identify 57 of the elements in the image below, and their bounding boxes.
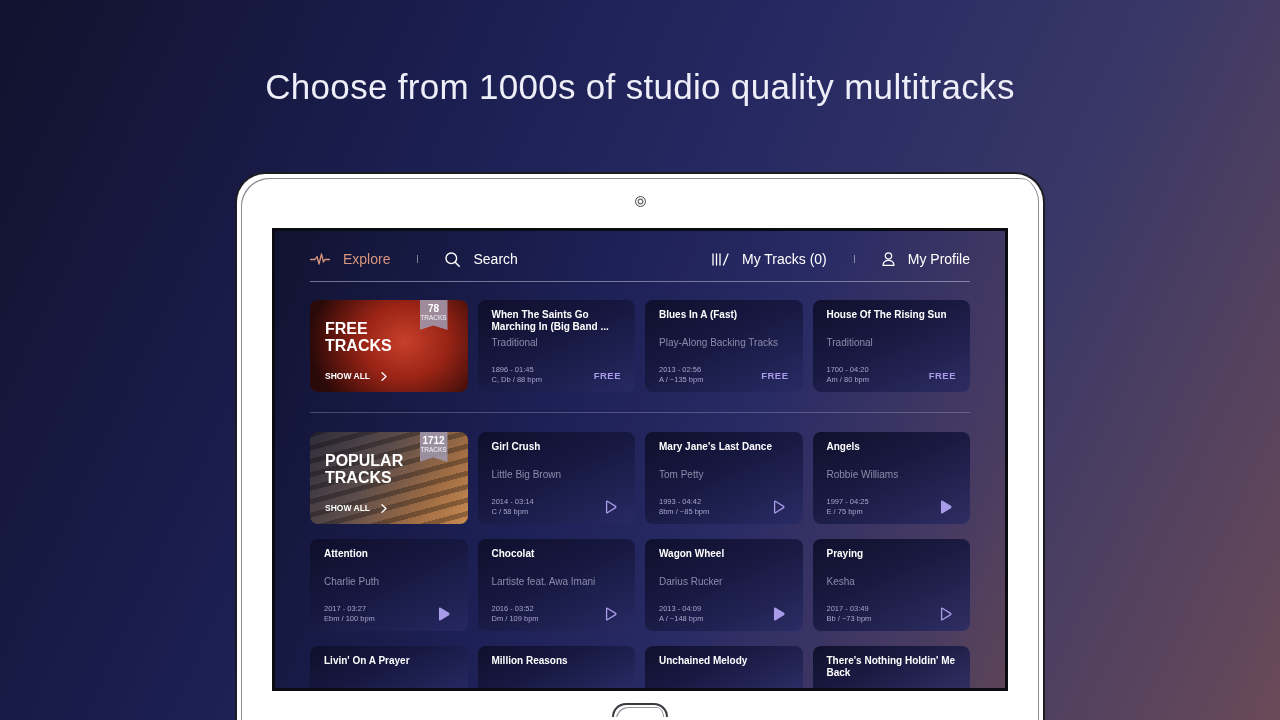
artist-name: Kesha <box>826 576 856 588</box>
artist-name: Lartiste feat. Awa Imani <box>491 576 597 588</box>
track-card[interactable]: Livin' On A Prayer <box>310 646 468 688</box>
track-title: Unchained Melody <box>659 655 749 668</box>
headline: Choose from 1000s of studio quality multitracks <box>265 67 1015 107</box>
camera-lens-icon <box>634 196 646 207</box>
track-title: Girl Crush <box>491 441 542 454</box>
chevron-right-icon <box>381 372 387 381</box>
play-icon[interactable] <box>605 607 617 621</box>
artist-name: Traditional <box>491 337 539 349</box>
track-title: Attention <box>324 548 369 561</box>
track-title: Mary Jane's Last Dance <box>659 441 773 454</box>
track-title: Wagon Wheel <box>659 548 726 561</box>
library-icon <box>712 252 729 266</box>
pulse-icon <box>310 253 330 265</box>
artist-name: Charlie Puth <box>324 576 381 588</box>
track-title: Praying <box>826 548 865 561</box>
show-all-link[interactable]: SHOW ALL <box>325 503 387 514</box>
user-icon <box>881 252 895 266</box>
track-count: 1712 <box>422 435 445 446</box>
play-icon[interactable] <box>940 500 952 514</box>
chevron-right-icon <box>381 504 387 513</box>
home-key-outline <box>612 703 668 717</box>
category-title: FREE TRACKS <box>325 320 392 354</box>
track-title: Blues In A (Fast) <box>659 309 739 322</box>
free-label: FREE <box>593 370 621 381</box>
my-tracks-link[interactable]: My Tracks (0) <box>712 250 827 268</box>
track-title: Angels <box>826 441 861 454</box>
play-icon[interactable] <box>772 500 785 514</box>
free-label: FREE <box>761 370 789 381</box>
play-icon[interactable] <box>772 607 785 621</box>
track-title: Million Reasons <box>491 655 569 668</box>
play-icon[interactable] <box>605 500 617 514</box>
track-card[interactable]: Million Reasons <box>477 646 635 688</box>
free-label: FREE <box>928 370 956 381</box>
explore-link[interactable]: Explore <box>310 250 391 268</box>
track-title: Chocolat <box>491 548 536 561</box>
artist-name: Play-Along Backing Tracks <box>659 337 779 349</box>
artist-name: Traditional <box>826 337 874 349</box>
category-title: POPULAR TRACKS <box>325 452 404 486</box>
show-all-link[interactable]: SHOW ALL <box>325 371 387 382</box>
artist-name: Tom Petty <box>659 469 705 481</box>
search-icon <box>445 251 461 267</box>
track-title: House Of The Rising Sun <box>826 309 948 322</box>
track-title: When The Saints Go Marching In (Big Band ... <box>491 309 610 333</box>
artist-name: Darius Rucker <box>659 576 724 588</box>
play-icon[interactable] <box>437 607 450 621</box>
artist-name: Little Big Brown <box>491 469 562 481</box>
artist-name: Robbie Williams <box>826 469 900 481</box>
track-count: 78 <box>427 303 440 314</box>
track-card[interactable]: Unchained Melody <box>645 646 803 688</box>
track-title: There's Nothing Holdin' Me Back <box>826 655 957 679</box>
track-card[interactable]: There's Nothing Holdin' Me Back <box>812 646 970 688</box>
play-icon[interactable] <box>940 607 952 621</box>
track-title: Livin' On A Prayer <box>324 655 411 668</box>
search-link[interactable]: Search <box>445 250 518 268</box>
my-profile-link[interactable]: My Profile <box>881 250 970 268</box>
